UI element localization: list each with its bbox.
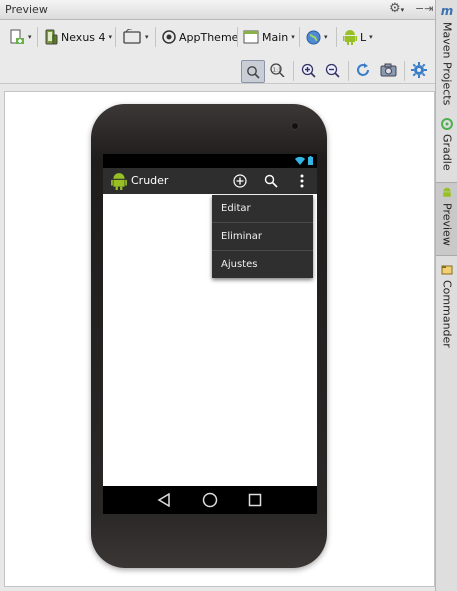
overflow-menu: Editar Eliminar Ajustes (212, 195, 313, 278)
locale-icon (306, 30, 321, 44)
orientation-icon (123, 29, 141, 44)
home-button[interactable] (201, 491, 219, 509)
toolbar-separator (155, 27, 156, 47)
menu-item-eliminar[interactable]: Eliminar (212, 223, 313, 251)
tool-tab-label: Preview (440, 203, 454, 246)
overflow-menu-button[interactable] (293, 172, 311, 190)
android-icon (343, 30, 357, 45)
navigation-bar (103, 486, 317, 514)
activity-selector[interactable]: Main ▾ (240, 26, 298, 48)
activity-icon (243, 30, 259, 44)
zoom-in-button[interactable] (297, 60, 319, 80)
tool-tab-label: Maven Projects (440, 22, 454, 106)
home-icon (202, 492, 218, 508)
screenshot-icon (380, 63, 396, 77)
tool-tab-label: Gradle (440, 134, 454, 171)
api-level-selector[interactable]: L ▾ (340, 26, 376, 48)
tool-window-bar: m Maven Projects Gradle Preview Commande… (435, 0, 457, 591)
front-camera-icon (292, 123, 298, 129)
toolbar-separator (299, 27, 300, 47)
status-bar (103, 154, 317, 168)
refresh-icon (357, 63, 369, 76)
activity-label: Main (262, 30, 289, 44)
zoom-out-icon (325, 63, 340, 78)
zoom-out-button[interactable] (321, 60, 343, 80)
toolbar-separator (293, 61, 294, 81)
tool-tab-gradle[interactable]: Gradle (436, 118, 457, 171)
toolbar-separator (348, 61, 349, 81)
overflow-icon (300, 174, 304, 188)
theme-label: AppTheme (179, 30, 239, 44)
zoom-actual-icon: 1:1 (270, 63, 285, 77)
theme-selector[interactable]: AppTheme (159, 26, 241, 48)
toolbar-separator (404, 61, 405, 81)
app-title: Cruder (131, 174, 169, 187)
panel-title-bar: Preview ⚙▾ −⇥ (0, 0, 435, 20)
refresh-button[interactable] (352, 60, 374, 80)
app-action-bar: Cruder (103, 168, 317, 194)
zoom-actual-button[interactable]: 1:1 (266, 60, 288, 80)
device-selector[interactable]: Nexus 4 ▾ (42, 26, 115, 48)
gradle-icon (441, 118, 453, 130)
zoom-fit-icon (247, 65, 260, 79)
tool-tab-maven-projects[interactable]: m Maven Projects (436, 4, 457, 105)
toolbar-separator (336, 27, 337, 47)
toolbar-separator (237, 27, 238, 47)
toolbar-separator (115, 27, 116, 47)
wifi-icon (295, 156, 305, 165)
preview-settings-button[interactable] (408, 60, 430, 80)
locale-selector[interactable]: ▾ (303, 26, 331, 48)
add-action-button[interactable] (231, 172, 249, 190)
recents-icon (248, 493, 262, 507)
tool-tab-label: Commander (440, 280, 454, 348)
svg-text:1:1: 1:1 (273, 67, 282, 73)
back-button[interactable] (155, 491, 173, 509)
device-label: Nexus 4 (61, 30, 106, 44)
new-layout-button[interactable]: ▾ (6, 26, 35, 48)
pin-icon[interactable]: −⇥ (415, 2, 433, 15)
commander-icon (441, 265, 453, 275)
orientation-selector[interactable]: ▾ (119, 26, 152, 48)
search-icon (264, 174, 278, 188)
back-icon (157, 493, 170, 507)
app-logo-icon (111, 173, 127, 190)
screenshot-button[interactable] (377, 60, 399, 80)
settings-icon (411, 62, 427, 78)
panel-title: Preview (5, 3, 48, 16)
new-layout-icon (10, 29, 24, 44)
menu-item-editar[interactable]: Editar (212, 195, 313, 223)
tool-tab-commander[interactable]: Commander (436, 264, 457, 348)
toolbar-separator (37, 27, 38, 47)
theme-icon (162, 30, 176, 44)
api-level-label: L (360, 30, 367, 44)
add-icon (233, 174, 247, 188)
menu-item-ajustes[interactable]: Ajustes (212, 251, 313, 278)
settings-icon[interactable]: ⚙▾ (389, 1, 404, 16)
tool-tab-preview[interactable]: Preview (436, 182, 457, 256)
preview-toolbar: ▾ Nexus 4 ▾ ▾ AppTheme Main ▾ ▾ L ▾ 1:1 (0, 20, 435, 84)
device-icon (45, 29, 58, 45)
recents-button[interactable] (246, 491, 264, 509)
search-action-button[interactable] (262, 172, 280, 190)
zoom-fit-button[interactable] (241, 60, 265, 83)
maven-icon: m (440, 4, 454, 18)
battery-icon (308, 156, 313, 165)
preview-icon (443, 187, 451, 197)
zoom-in-icon (301, 63, 316, 78)
